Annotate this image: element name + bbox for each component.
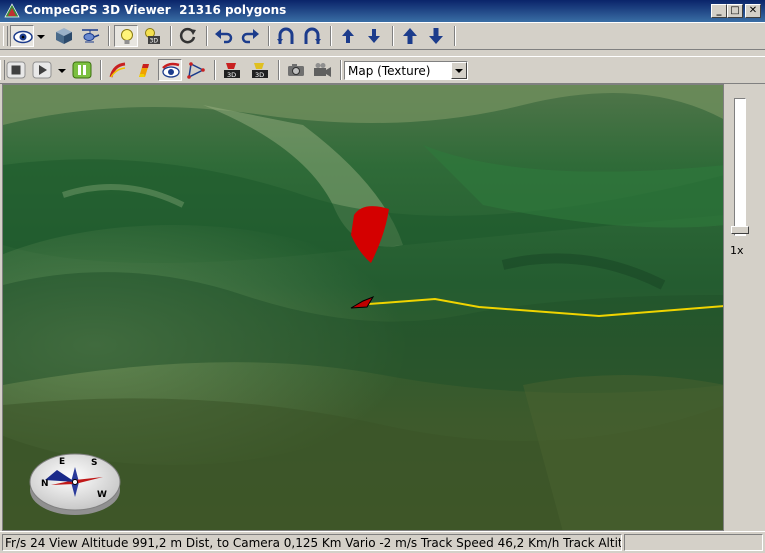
waypoints-button[interactable] <box>184 59 208 81</box>
lightbulb-icon <box>121 29 133 44</box>
map-mode-dropdown-button[interactable] <box>451 62 467 79</box>
tilt-up-button[interactable] <box>274 25 298 47</box>
speed-slider-thumb[interactable] <box>731 226 749 234</box>
toolbar-separator <box>392 26 394 46</box>
track-line-button[interactable] <box>106 59 130 81</box>
chevron-down-icon <box>455 69 463 73</box>
svg-text:N: N <box>41 479 49 489</box>
follow-track-button[interactable] <box>158 59 182 81</box>
stop-button[interactable] <box>4 59 28 81</box>
rotate-icon <box>179 27 196 44</box>
toolbar-separator <box>278 60 280 80</box>
svg-text:E: E <box>59 457 65 467</box>
window-title: CompeGPS 3D Viewer 21316 polygons <box>24 3 287 17</box>
undo-icon <box>215 29 233 44</box>
arrow-down-icon <box>429 28 443 44</box>
redo-icon <box>241 29 259 44</box>
map-mode-value: Map (Texture) <box>348 64 431 78</box>
minimize-button[interactable]: _ <box>711 4 727 18</box>
arch-up-icon <box>277 27 294 44</box>
toolbar-separator <box>268 26 270 46</box>
toolbar-separator <box>454 26 456 46</box>
cube-icon <box>56 28 72 44</box>
speed-label: 1x <box>730 244 744 257</box>
video-camera-icon <box>314 63 331 77</box>
paint-icon <box>139 64 149 77</box>
rotate-button[interactable] <box>176 25 200 47</box>
undo-button[interactable] <box>212 25 236 47</box>
title-bar: CompeGPS 3D Viewer 21316 polygons _ □ ✕ <box>0 0 765 22</box>
arch-down-icon <box>304 27 321 44</box>
track-line-icon <box>109 62 126 78</box>
stop-icon <box>6 61 26 79</box>
main-toolbar: 3D <box>0 22 765 50</box>
toolbar-grip[interactable] <box>3 26 8 46</box>
camera-3d-icon: 3D <box>224 63 240 79</box>
speed-slider-track[interactable] <box>734 98 746 236</box>
toolbar-separator <box>100 60 102 80</box>
camera-3d-alt-button[interactable]: 3D <box>248 59 272 81</box>
play-button[interactable] <box>30 59 54 81</box>
compass-rose: S E N W <box>29 453 121 515</box>
playback-speed-panel: 1x <box>724 84 765 531</box>
move-down-button[interactable] <box>362 25 386 47</box>
toolbar-separator <box>340 60 342 80</box>
arrow-up-icon <box>342 29 354 43</box>
pause-icon <box>72 61 92 79</box>
lamp-3d-button[interactable]: 3D <box>140 25 164 47</box>
svg-text:3D: 3D <box>227 71 236 79</box>
arrow-down-icon <box>368 29 380 43</box>
photo-camera-icon <box>288 64 304 76</box>
camera-3d-button[interactable]: 3D <box>220 59 244 81</box>
view-mode-button[interactable] <box>10 25 34 47</box>
eye-icon <box>13 30 33 44</box>
terrain-scene: S E N W <box>3 85 723 530</box>
play-icon <box>32 61 52 79</box>
paint-track-button[interactable] <box>132 59 156 81</box>
pause-button[interactable] <box>70 59 94 81</box>
view-mode-dropdown-arrow[interactable] <box>36 25 46 47</box>
toolbar-separator <box>170 26 172 46</box>
toolbar-separator <box>108 26 110 46</box>
screenshot-button[interactable] <box>284 59 308 81</box>
svg-text:S: S <box>91 458 97 468</box>
close-button[interactable]: ✕ <box>745 4 761 18</box>
status-panel-secondary <box>624 534 763 551</box>
map-mode-select[interactable]: Map (Texture) <box>344 61 468 80</box>
status-text: Fr/s 24 View Altitude 991,2 m Dist, to C… <box>5 536 622 550</box>
toolbar-separator <box>214 60 216 80</box>
altitude-up-button[interactable] <box>398 25 422 47</box>
eye-track-icon <box>162 62 180 78</box>
app-icon <box>4 3 20 18</box>
tilt-down-button[interactable] <box>300 25 324 47</box>
play-dropdown-arrow[interactable] <box>57 59 67 81</box>
camera-3d-alt-icon: 3D <box>252 63 268 79</box>
toolbar-separator <box>206 26 208 46</box>
toolbar-separator <box>330 26 332 46</box>
cube-view-button[interactable] <box>52 25 76 47</box>
helicopter-view-button[interactable] <box>78 25 102 47</box>
maximize-button[interactable]: □ <box>727 4 743 18</box>
arrow-up-icon <box>403 28 417 44</box>
record-video-button[interactable] <box>310 59 334 81</box>
3d-viewport[interactable]: S E N W <box>2 84 724 531</box>
helicopter-icon <box>82 29 100 43</box>
status-bar: Fr/s 24 View Altitude 991,2 m Dist, to C… <box>0 531 765 553</box>
svg-text:3D: 3D <box>255 71 264 79</box>
waypoints-icon <box>187 62 205 79</box>
altitude-down-button[interactable] <box>424 25 448 47</box>
move-up-button[interactable] <box>336 25 360 47</box>
lamp-3d-icon: 3D <box>145 28 160 45</box>
redo-button[interactable] <box>238 25 262 47</box>
svg-text:W: W <box>97 490 107 500</box>
status-panel: Fr/s 24 View Altitude 991,2 m Dist, to C… <box>2 534 622 551</box>
svg-text:3D: 3D <box>150 38 159 45</box>
lighting-button[interactable] <box>114 25 138 47</box>
playback-toolbar: 3D 3D Map (Texture) <box>0 56 765 84</box>
